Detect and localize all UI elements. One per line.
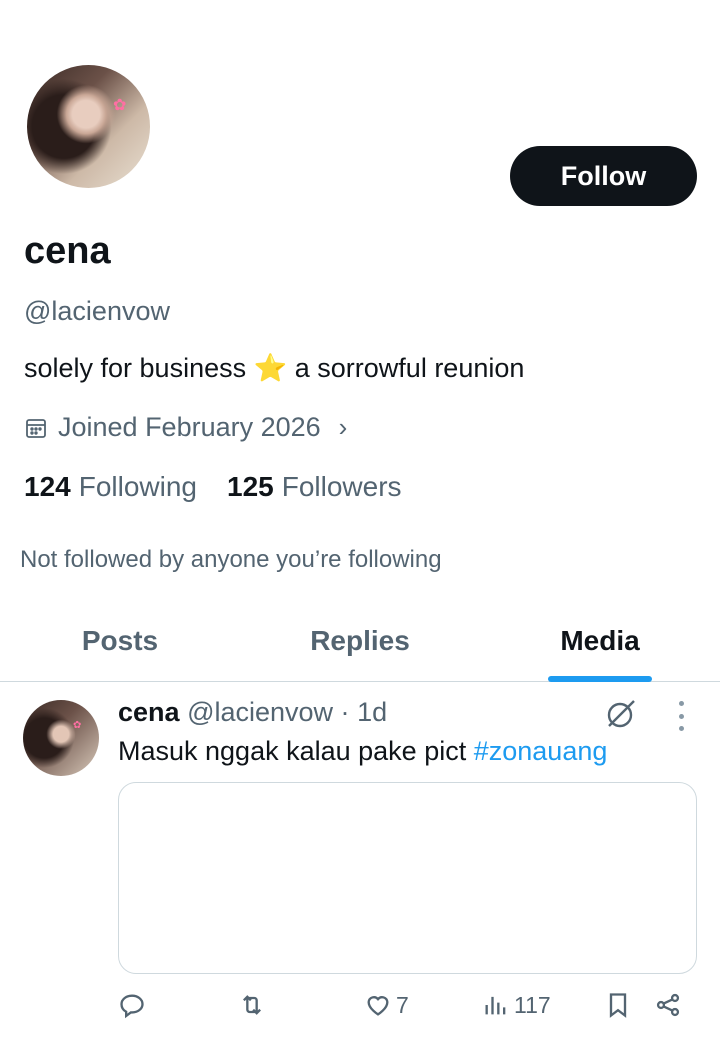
- views-count: 117: [514, 991, 551, 1018]
- followers-stat[interactable]: 125 Followers: [227, 471, 402, 503]
- share-button[interactable]: [654, 991, 682, 1019]
- bookmark-button[interactable]: [604, 991, 632, 1019]
- not-followed-notice: Not followed by anyone you’re following: [20, 546, 442, 573]
- follow-button[interactable]: Follow: [510, 146, 697, 206]
- star-emoji: ⭐: [253, 353, 288, 383]
- tab-media[interactable]: Media: [480, 600, 720, 681]
- like-count: 7: [396, 991, 409, 1018]
- post-media[interactable]: [118, 782, 697, 974]
- calendar-icon: [26, 418, 46, 438]
- flower-hairclip-icon: ✿: [113, 97, 127, 114]
- post-actions: 7 117: [118, 991, 688, 1027]
- following-label: Following: [78, 471, 197, 502]
- post-header: cena @lacienvow · 1d: [118, 697, 387, 728]
- repost-icon: [243, 995, 261, 1015]
- joined-date-row[interactable]: Joined February 2026 ›: [24, 412, 347, 443]
- post-body: Masuk nggak kalau pake pict: [118, 736, 467, 766]
- reply-icon: [120, 994, 144, 1019]
- post-avatar[interactable]: ✿: [23, 700, 99, 776]
- like-button[interactable]: 7: [364, 991, 409, 1019]
- views-button[interactable]: 117: [482, 991, 551, 1019]
- views-icon: [485, 996, 506, 1015]
- post-time[interactable]: 1d: [357, 697, 387, 727]
- post-hashtag[interactable]: #zonauang: [474, 736, 608, 766]
- followers-label: Followers: [281, 471, 402, 502]
- follow-stats: 124 Following 125 Followers: [24, 471, 402, 503]
- joined-date: Joined February 2026: [58, 412, 321, 442]
- post-author-name[interactable]: cena: [118, 697, 180, 727]
- share-icon: [656, 993, 680, 1017]
- grok-icon[interactable]: [603, 697, 637, 731]
- tab-replies[interactable]: Replies: [240, 600, 480, 681]
- bookmark-icon: [609, 993, 627, 1018]
- post-text: Masuk nggak kalau pake pict #zonauang: [118, 736, 607, 767]
- chevron-right-icon: ›: [338, 412, 348, 442]
- profile-avatar[interactable]: ✿: [24, 62, 153, 191]
- more-icon[interactable]: [673, 701, 689, 731]
- tab-posts[interactable]: Posts: [0, 600, 240, 681]
- followers-count: 125: [227, 471, 274, 502]
- profile-display-name: cena: [24, 230, 111, 272]
- flower-hairclip-icon: ✿: [73, 720, 82, 731]
- reply-button[interactable]: [118, 991, 146, 1019]
- bio-text-end: a sorrowful reunion: [294, 353, 525, 383]
- post-author-handle[interactable]: @lacienvow: [187, 697, 333, 727]
- profile-handle: @lacienvow: [24, 296, 170, 326]
- bio-text-start: solely for business: [24, 353, 247, 383]
- profile-tabs: Posts Replies Media: [0, 600, 720, 682]
- following-stat[interactable]: 124 Following: [24, 471, 197, 503]
- following-count: 124: [24, 471, 71, 502]
- post-separator: ·: [340, 697, 350, 727]
- repost-button[interactable]: [238, 991, 266, 1019]
- profile-bio: solely for business ⭐ a sorrowful reunio…: [24, 352, 524, 384]
- media-post[interactable]: ✿ cena @lacienvow · 1d Masuk nggak kalau…: [0, 683, 720, 1039]
- heart-icon: [367, 996, 389, 1016]
